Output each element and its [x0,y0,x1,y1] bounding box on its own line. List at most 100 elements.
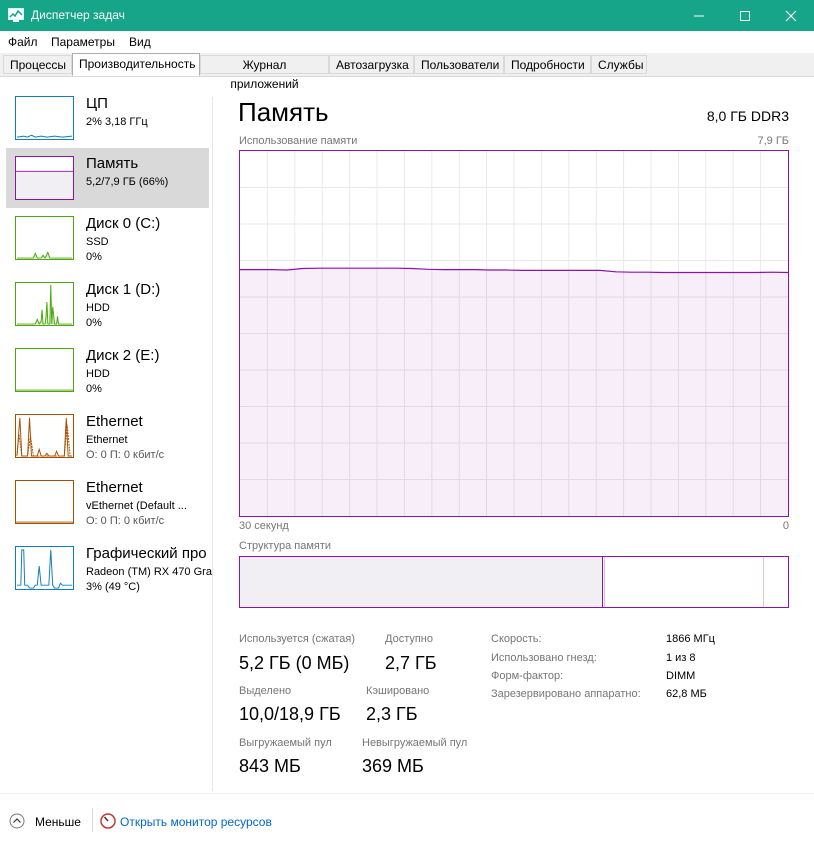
tab-bar: Процессы Производительность Журнал прило… [0,53,814,91]
slots-value: 1 из 8 [666,652,696,664]
cached-label: Кэшировано [366,685,430,697]
sidebar-item-name: Диск 1 (D:) [86,281,161,298]
sidebar-item-detail: О: 0 П: 0 кбит/с [86,515,165,527]
disk0-thumbnail [15,216,74,260]
paged-pool-value: 843 МБ [239,756,301,776]
speed-label: Скорость: [491,633,542,645]
sidebar-item-detail: 5,2/7,9 ГБ (66%) [86,176,169,188]
task-manager-icon [8,8,24,22]
page-title: Память [238,97,329,127]
hardware-reserved-value: 62,8 МБ [666,688,707,700]
memory-thumbnail [15,156,74,200]
graph-label: Использование памяти [239,135,358,147]
tab-details[interactable]: Подробности [504,55,591,74]
sidebar-item-type: HDD [86,302,110,314]
title-bar: Диспетчер задач [0,0,814,31]
fewer-details-link[interactable]: Меньше [35,815,81,829]
form-factor-value: DIMM [666,670,696,682]
tab-services[interactable]: Службы [591,55,647,74]
memory-capacity: 8,0 ГБ DDR3 [706,108,789,124]
composition-in-use [240,557,603,607]
sidebar-item-ethernet-virtual[interactable]: Ethernet vEthernet (Default ... О: 0 П: … [6,472,209,532]
tab-processes[interactable]: Процессы [3,55,72,74]
composition-standby-divider [763,557,764,607]
sidebar-item-detail: 2% 3,18 ГГц [86,116,148,128]
tab-app-history[interactable]: Журнал приложений [200,55,329,91]
sidebar-item-type: SSD [86,236,109,248]
sidebar-item-name: Ethernet [86,413,143,430]
open-resource-monitor-link[interactable]: Открыть монитор ресурсов [120,815,272,829]
slots-label: Использовано гнезд: [491,652,597,664]
composition-modified [604,557,605,607]
maximize-button[interactable] [722,0,768,31]
menu-view[interactable]: Вид [129,35,151,49]
sidebar-item-adapter: Radeon (TM) RX 470 Gra [86,566,212,578]
cpu-thumbnail [15,96,74,140]
sidebar-item-adapter: vEthernet (Default ... [86,500,187,512]
graph-min-label: 0 [782,520,789,532]
maximize-icon [740,10,750,21]
committed-value: 10,0/18,9 ГБ [239,704,341,724]
tab-performance[interactable]: Производительность [72,53,200,76]
minimize-icon [694,15,704,16]
sidebar-item-name: ЦП [86,95,108,112]
sidebar-item-detail: 0% [86,383,102,395]
menu-options[interactable]: Параметры [51,35,115,49]
panel-divider [212,97,213,791]
footer: Меньше Открыть монитор ресурсов [0,793,814,847]
memory-composition-bar [239,556,789,608]
nonpaged-pool-label: Невыгружаемый пул [362,737,468,749]
sidebar-item-detail: 0% [86,317,102,329]
sidebar-item-ethernet[interactable]: Ethernet Ethernet О: 0 П: 0 кбит/с [6,406,209,466]
footer-separator [92,808,93,832]
ethernet-thumbnail [15,414,74,458]
tab-users[interactable]: Пользователи [414,55,504,74]
sidebar-item-type: HDD [86,368,110,380]
hardware-reserved-label: Зарезервировано аппаратно: [491,688,641,700]
in-use-value: 5,2 ГБ (0 МБ) [239,653,350,673]
disk2-thumbnail [15,348,74,392]
close-icon [785,10,797,21]
sidebar-item-disk2[interactable]: Диск 2 (E:) HDD 0% [6,340,209,400]
nonpaged-pool-value: 369 МБ [362,756,424,776]
sidebar-item-disk0[interactable]: Диск 0 (C:) SSD 0% [6,208,209,268]
available-label: Доступно [385,633,434,645]
resource-list: ЦП 2% 3,18 ГГц Память 5,2/7,9 ГБ (66%) Д… [0,77,212,792]
sidebar-item-name: Диск 2 (E:) [86,347,160,364]
sidebar-item-gpu[interactable]: Графический про Radeon (TM) RX 470 Gra 3… [6,538,212,598]
disk1-thumbnail [15,282,74,326]
committed-label: Выделено [239,685,292,697]
gpu-thumbnail [15,546,74,590]
tab-startup[interactable]: Автозагрузка [329,55,414,74]
memory-usage-graph [239,150,789,517]
sidebar-item-name: Ethernet [86,479,143,496]
speed-value: 1866 МГц [666,633,715,645]
minimize-button[interactable] [676,0,722,31]
sidebar-item-disk1[interactable]: Диск 1 (D:) HDD 0% [6,274,209,334]
available-value: 2,7 ГБ [385,653,437,673]
form-factor-label: Форм-фактор: [491,670,564,682]
paged-pool-label: Выгружаемый пул [239,737,332,749]
close-button[interactable] [768,0,814,31]
cached-value: 2,3 ГБ [366,704,418,724]
ethernet-virtual-thumbnail [15,480,74,524]
graph-time-label: 30 секунд [239,520,289,532]
sidebar-item-name: Память [86,155,139,172]
sidebar-item-name: Диск 0 (C:) [86,215,161,232]
sidebar-item-memory[interactable]: Память 5,2/7,9 ГБ (66%) [6,148,209,208]
structure-label: Структура памяти [239,540,332,552]
in-use-label: Используется (сжатая) [239,633,356,645]
sidebar-item-detail: О: 0 П: 0 кбит/с [86,449,165,461]
resource-monitor-icon[interactable] [100,813,116,829]
sidebar-item-detail: 3% (49 °C) [86,581,140,593]
sidebar-item-name: Графический про [86,545,207,562]
chevron-up-icon[interactable] [9,813,25,829]
sidebar-item-cpu[interactable]: ЦП 2% 3,18 ГГц [6,88,209,148]
usage-area [240,268,788,516]
menu-bar: Файл Параметры Вид [0,31,814,53]
menu-file[interactable]: Файл [8,35,38,49]
graph-max-label: 7,9 ГБ [757,135,789,147]
sidebar-item-detail: 0% [86,251,102,263]
window-title: Диспетчер задач [31,8,125,22]
sidebar-item-adapter: Ethernet [86,434,128,446]
